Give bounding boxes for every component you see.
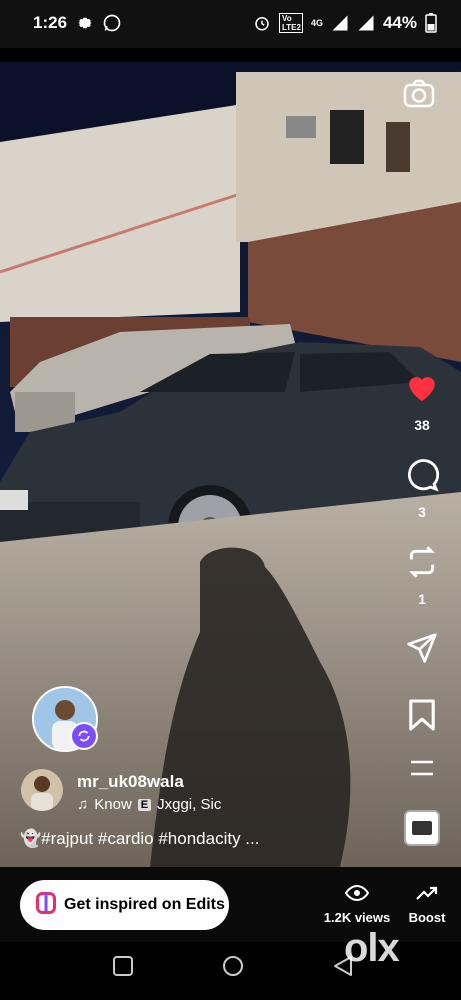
home-icon <box>223 956 243 976</box>
post-caption[interactable]: 👻#rajput #cardio #hondacity ... <box>20 829 259 849</box>
comment-count[interactable]: 3 <box>397 504 447 520</box>
audio-button[interactable] <box>397 810 447 846</box>
edits-button[interactable]: Get inspired on Edits <box>20 880 229 930</box>
save-button[interactable] <box>397 698 447 732</box>
save-icon <box>409 699 435 731</box>
repost-count[interactable]: 1 <box>397 591 447 607</box>
repost-icon <box>409 546 435 578</box>
action-bar: 38 3 1 <box>397 0 447 870</box>
music-info[interactable]: ♫ Know E Jxggi, Sic <box>77 796 247 813</box>
status-time: 1:26 <box>33 13 68 32</box>
explicit-badge: E <box>137 798 152 811</box>
boost-icon <box>416 886 438 900</box>
share-button[interactable] <box>397 632 447 664</box>
views-icon <box>344 884 370 902</box>
music-note-icon: ♫ <box>77 796 89 813</box>
like-count[interactable]: 38 <box>397 417 447 433</box>
username[interactable]: mr_uk08wala <box>77 772 184 792</box>
olx-watermark: olx <box>344 926 400 970</box>
signal-icon <box>332 15 348 31</box>
heart-icon <box>409 377 435 402</box>
status-bar: 1:26 Vo LTE2 4G 44% <box>0 0 461 48</box>
like-button[interactable] <box>397 371 447 403</box>
audio-icon <box>404 810 440 846</box>
views-label: 1.2K views <box>323 910 391 925</box>
home-button[interactable] <box>221 954 245 983</box>
edits-label: Get inspired on Edits <box>64 896 225 913</box>
repost-button[interactable] <box>397 543 447 581</box>
volte-badge: Vo LTE2 <box>278 13 303 33</box>
boost-label: Boost <box>408 910 446 925</box>
share-icon <box>407 633 437 663</box>
edits-badge <box>70 722 98 750</box>
repost-icon <box>78 730 90 742</box>
status-left-icons <box>76 13 122 33</box>
settings-icon <box>78 17 92 29</box>
comment-button[interactable] <box>397 458 447 492</box>
recents-button[interactable] <box>112 955 134 982</box>
music-title: Know <box>94 796 132 813</box>
music-artist: Jxggi, Sic <box>157 796 222 813</box>
alarm-icon <box>255 17 269 31</box>
user-avatar[interactable] <box>21 769 63 811</box>
whatsapp-icon <box>103 14 121 32</box>
recents-icon <box>113 956 133 976</box>
views-stat[interactable]: 1.2K views <box>322 884 392 925</box>
comment-icon <box>408 459 439 492</box>
more-icon <box>411 760 433 776</box>
signal-icon <box>358 15 374 31</box>
edits-icon <box>36 891 56 919</box>
boost-button[interactable]: Boost <box>404 885 450 925</box>
more-button[interactable] <box>397 758 447 778</box>
network-type: 4G <box>310 18 323 28</box>
